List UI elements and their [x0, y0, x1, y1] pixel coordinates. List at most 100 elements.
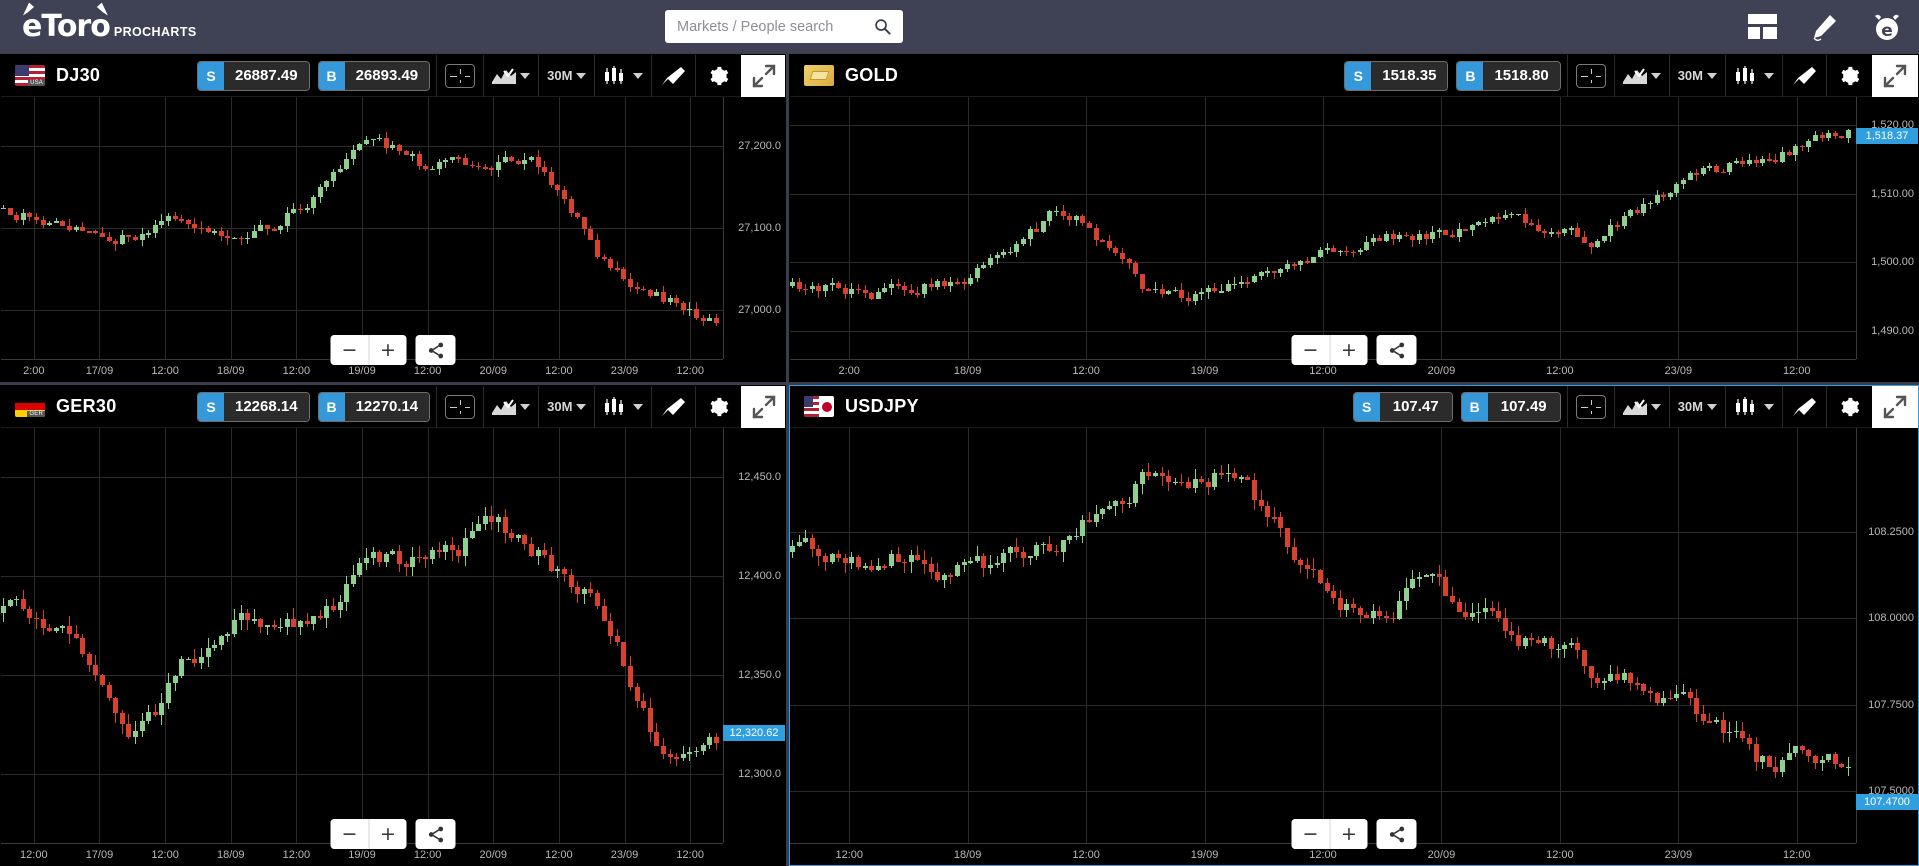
zoom-in-button[interactable]: + — [368, 335, 407, 365]
plot-area[interactable] — [1, 97, 723, 359]
plot-area[interactable] — [790, 97, 1856, 359]
buy-button[interactable]: B 12270.14 — [317, 391, 431, 422]
timeframe-button[interactable]: 30M — [1668, 55, 1725, 97]
candlestick-icon — [605, 397, 624, 415]
share-button[interactable] — [1376, 335, 1417, 365]
indicators-button[interactable] — [594, 386, 651, 428]
time-axis-label: 12:00 — [1309, 849, 1337, 861]
chart-type-button[interactable] — [483, 386, 538, 428]
crosshair-tool-button[interactable] — [436, 55, 483, 97]
candlestick-icon — [605, 66, 624, 84]
chart-body-gold[interactable]: 1,520.00 1,510.00 1,500.00 1,490.00 1,518.37… — [790, 97, 1918, 381]
zoom-out-button[interactable]: − — [330, 819, 369, 849]
price-axis[interactable]: 12,450.0 12,400.0 12,350.0 12,300.0 12,320.6… — [723, 428, 785, 843]
expand-arrows-icon — [753, 64, 776, 87]
timeframe-button[interactable]: 30M — [538, 55, 594, 97]
share-button[interactable] — [415, 335, 456, 365]
time-axis-label: 19/09 — [348, 849, 376, 861]
expand-arrows-icon — [753, 395, 776, 418]
zoom-in-button[interactable]: + — [1329, 335, 1368, 365]
fullscreen-button[interactable] — [741, 386, 785, 428]
price-axis[interactable]: 1,520.00 1,510.00 1,500.00 1,490.00 1,518.37 — [1856, 97, 1918, 359]
chart-body-usdjpy[interactable]: 108.2500 108.0000 107.7500 107.5000 107.4700… — [790, 428, 1918, 865]
share-button[interactable] — [1376, 819, 1417, 849]
price-axis[interactable]: 27,200.027,100.027,000.026,900.026,887.4… — [723, 97, 785, 359]
gridline-vertical — [1441, 428, 1443, 843]
indicators-button[interactable] — [1725, 55, 1782, 97]
chart-panel-gold[interactable]: GOLD S 1518.35 B 1518.80 30M 1,520.00 1,… — [789, 54, 1919, 382]
zoom-out-button[interactable]: − — [330, 335, 369, 365]
plot-area[interactable] — [1, 428, 723, 843]
sell-button[interactable]: S 1518.35 — [1344, 60, 1449, 91]
drawing-tools-button[interactable] — [1782, 386, 1826, 428]
buy-button[interactable]: B 1518.80 — [1456, 60, 1561, 91]
chart-panel-dj30[interactable]: USA DJ30 S 26887.49 B 26893.49 30M 27,20… — [0, 54, 786, 382]
timeframe-button[interactable]: 30M — [1668, 386, 1725, 428]
time-axis-label: 12:00 — [1072, 849, 1100, 861]
search-input[interactable] — [677, 18, 874, 35]
chart-panel-ger30[interactable]: GER GER30 S 12268.14 B 12270.14 30M 12,4… — [0, 385, 786, 866]
symbol-block-gold[interactable]: GOLD — [790, 65, 986, 86]
pencil-draw-icon[interactable] — [1810, 13, 1838, 41]
crosshair-tool-button[interactable] — [436, 386, 483, 428]
buy-button[interactable]: B 107.49 — [1460, 391, 1561, 422]
settings-button[interactable] — [695, 386, 739, 428]
settings-button[interactable] — [695, 55, 739, 97]
chevron-down-icon — [1707, 72, 1717, 79]
fullscreen-button[interactable] — [741, 55, 785, 97]
gridline-vertical — [1323, 97, 1324, 359]
etoro-wordmark-logo: eToro — [22, 2, 111, 42]
brand-logo[interactable]: eToro PROCHARTS — [0, 2, 197, 42]
current-price-badge: 12,320.62 — [723, 725, 785, 742]
settings-button[interactable] — [1826, 386, 1870, 428]
drawing-tools-button[interactable] — [1782, 55, 1826, 97]
gold-bar-icon — [804, 65, 834, 86]
timeframe-button[interactable]: 30M — [538, 386, 594, 428]
crosshair-tool-button[interactable] — [1566, 55, 1614, 97]
share-button[interactable] — [415, 819, 456, 849]
chevron-down-icon — [576, 403, 587, 410]
zoom-in-button[interactable]: + — [368, 819, 407, 849]
zoom-out-button[interactable]: − — [1291, 335, 1330, 365]
etoro-bull-logo-icon[interactable]: e — [1871, 12, 1903, 42]
fullscreen-button[interactable] — [1872, 386, 1918, 428]
buy-button[interactable]: B 26893.49 — [317, 60, 431, 91]
chart-type-button[interactable] — [483, 55, 538, 97]
plot-area[interactable] — [790, 428, 1856, 843]
indicators-button[interactable] — [594, 55, 651, 97]
crosshair-tool-button[interactable] — [1566, 386, 1614, 428]
fullscreen-button[interactable] — [1872, 55, 1918, 97]
sell-button[interactable]: S 107.47 — [1352, 391, 1453, 422]
price-axis-label: 12,400.0 — [738, 570, 781, 583]
symbol-name: USDJPY — [845, 396, 919, 416]
gridline-vertical — [1559, 97, 1561, 359]
time-axis-label: 23/09 — [1664, 849, 1693, 861]
search-box[interactable] — [665, 10, 903, 43]
price-axis[interactable]: 108.2500 108.0000 107.7500 107.5000 107.4700 — [1856, 428, 1918, 843]
zoom-out-button[interactable]: − — [1291, 819, 1330, 849]
symbol-block-dj30[interactable]: USA DJ30 — [1, 65, 197, 86]
settings-button[interactable] — [1826, 55, 1870, 97]
chart-body-ger30[interactable]: 12,450.0 12,400.0 12,350.0 12,300.0 12,320.6… — [1, 428, 785, 865]
gridline-vertical — [33, 97, 35, 359]
sell-button[interactable]: S 12268.14 — [197, 391, 310, 422]
drawing-tools-button[interactable] — [651, 386, 695, 428]
price-axis-label: 1,510.00 — [1871, 187, 1914, 200]
layout-grid-icon[interactable] — [1748, 14, 1777, 39]
search-icon[interactable] — [874, 18, 891, 35]
sell-button[interactable]: S 26887.49 — [197, 60, 310, 91]
price-axis-label: 27,000.0 — [738, 303, 781, 316]
symbol-block-ger30[interactable]: GER GER30 — [1, 396, 197, 417]
zoom-in-button[interactable]: + — [1329, 819, 1368, 849]
sell-price: 12268.14 — [224, 392, 309, 421]
drawing-tools-button[interactable] — [651, 55, 695, 97]
chart-type-button[interactable] — [1613, 55, 1669, 97]
crosshair-icon — [1575, 63, 1606, 88]
chart-panel-usdjpy[interactable]: USDJPY S 107.47 B 107.49 30M 108.2500 10… — [789, 385, 1919, 866]
chart-body-dj30[interactable]: 27,200.027,100.027,000.026,900.026,887.4… — [1, 97, 785, 381]
gridline-vertical — [1796, 428, 1798, 843]
symbol-block-usdjpy[interactable]: USDJPY — [790, 396, 986, 417]
chart-type-button[interactable] — [1613, 386, 1669, 428]
indicators-button[interactable] — [1725, 386, 1782, 428]
gridline-vertical — [1559, 428, 1561, 843]
